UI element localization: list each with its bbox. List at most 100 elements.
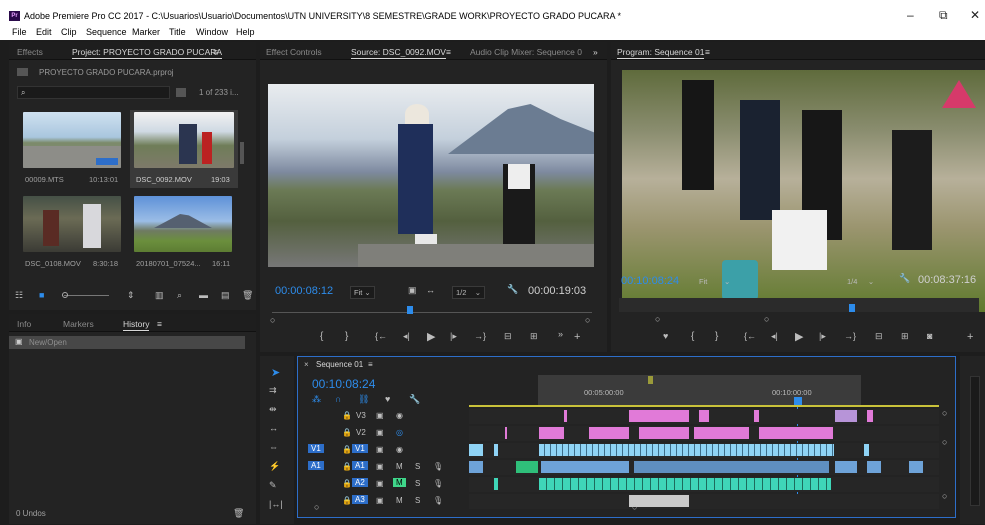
snap-icon[interactable]: ∩ — [335, 394, 341, 404]
audio-clip[interactable] — [469, 461, 483, 473]
title-clip[interactable] — [539, 427, 564, 439]
scroll-handle-icon[interactable]: ○ — [942, 437, 947, 447]
ripple-edit-icon[interactable]: ⇹ — [269, 404, 277, 415]
tab-history[interactable]: History — [123, 319, 150, 331]
play-icon[interactable]: ▶ — [427, 330, 435, 343]
restore-button[interactable]: ⧉ — [939, 8, 948, 23]
sort-icon[interactable]: ⇕ — [127, 290, 135, 301]
tab-markers[interactable]: Markers — [63, 319, 94, 329]
tab-project[interactable]: Project: PROYECTO GRADO PUCARA — [72, 47, 223, 59]
zoom-slider[interactable] — [64, 295, 109, 296]
razor-tool-icon[interactable]: ⚡ — [269, 461, 280, 472]
program-resolution-dropdown[interactable]: 1/4 ⌄ — [843, 275, 878, 288]
more-tabs-icon[interactable]: » — [593, 47, 598, 57]
mute-button[interactable]: M — [396, 462, 403, 471]
history-item[interactable]: ▣ New/Open — [9, 336, 245, 349]
step-forward-icon[interactable]: |▸ — [819, 331, 826, 342]
source-time-ruler[interactable] — [272, 312, 592, 313]
audio-clip[interactable] — [634, 461, 829, 473]
tab-source[interactable]: Source: DSC_0092.MOV — [351, 47, 446, 59]
linked-selection-icon[interactable]: ⛓ — [358, 394, 369, 405]
scrollbar[interactable] — [240, 142, 244, 164]
title-clip[interactable] — [699, 410, 709, 422]
project-menu-icon[interactable]: ≡ — [213, 47, 218, 57]
source-playhead[interactable] — [407, 306, 413, 314]
video-clip[interactable] — [469, 444, 483, 456]
zoom-handle-icon[interactable]: ○ — [764, 314, 769, 324]
menu-marker[interactable]: Marker — [132, 27, 160, 37]
menu-clip[interactable]: Clip — [61, 27, 77, 37]
mute-button[interactable]: M — [396, 496, 403, 505]
sync-lock-icon[interactable]: ▣ — [376, 411, 384, 420]
clip-thumbnail[interactable] — [23, 196, 121, 252]
mic-icon[interactable]: 🎙 — [433, 462, 443, 471]
lock-icon[interactable]: 🔒 — [342, 411, 352, 420]
title-clip[interactable] — [589, 427, 629, 439]
lock-icon[interactable]: 🔒 — [342, 428, 352, 437]
trash-icon[interactable]: 🗑 — [242, 290, 253, 301]
lock-icon[interactable]: 🔒 — [342, 496, 352, 505]
overwrite-icon[interactable]: ⊞ — [530, 331, 538, 342]
source-fit-dropdown[interactable]: Fit ⌄ — [350, 286, 375, 299]
new-item-icon[interactable]: ▤ — [221, 290, 230, 301]
source-patch-v1[interactable]: V1 — [308, 444, 324, 453]
audio-clip[interactable] — [516, 461, 538, 473]
sync-lock-icon[interactable]: ▣ — [376, 479, 384, 488]
close-button[interactable]: ✕ — [970, 8, 980, 22]
lock-icon[interactable]: 🔒 — [342, 462, 352, 471]
audio-clip[interactable] — [629, 495, 689, 507]
tab-sequence[interactable]: Sequence 01 — [316, 360, 363, 369]
zoom-handle-icon[interactable]: ○ — [585, 315, 590, 325]
menu-file[interactable]: File — [12, 27, 27, 37]
audio-clip[interactable] — [867, 461, 881, 473]
wrench-icon[interactable]: 🔧 — [409, 394, 420, 405]
add-button-icon[interactable]: + — [967, 331, 973, 343]
track-select-icon[interactable]: ⇉ — [269, 385, 277, 396]
tab-effect-controls[interactable]: Effect Controls — [266, 47, 322, 57]
menu-window[interactable]: Window — [196, 27, 228, 37]
video-clip[interactable] — [539, 444, 834, 456]
tab-info[interactable]: Info — [17, 319, 31, 329]
clip-thumbnail[interactable] — [134, 196, 232, 252]
mic-icon[interactable]: 🎙 — [433, 479, 443, 488]
audio-clip[interactable] — [541, 461, 629, 473]
clip-thumbnail[interactable] — [134, 112, 234, 168]
menu-title[interactable]: Title — [169, 27, 186, 37]
video-clip[interactable] — [864, 444, 869, 456]
mark-in-icon[interactable]: { — [320, 331, 323, 342]
title-clip[interactable] — [867, 410, 873, 422]
icon-view-icon[interactable]: ■ — [39, 290, 44, 300]
title-clip[interactable] — [694, 427, 749, 439]
nest-icon[interactable]: ⁂ — [312, 394, 321, 405]
add-marker-icon[interactable]: ♥ — [385, 394, 390, 404]
audio-clip[interactable] — [909, 461, 923, 473]
solo-button[interactable]: S — [415, 462, 420, 471]
step-back-icon[interactable]: ◂| — [771, 331, 778, 342]
work-area-marker[interactable] — [648, 376, 653, 384]
title-clip[interactable] — [835, 410, 857, 422]
go-to-out-icon[interactable]: →} — [844, 331, 856, 341]
lock-icon[interactable]: 🔒 — [342, 445, 352, 454]
source-patch-a1[interactable]: A1 — [308, 461, 324, 470]
source-menu-icon[interactable]: ≡ — [446, 47, 451, 57]
insert-icon[interactable]: ⊟ — [504, 331, 512, 342]
program-fit-dropdown[interactable]: Fit ⌄ — [695, 275, 734, 288]
lift-icon[interactable]: ⊟ — [875, 331, 883, 342]
search-input[interactable]: ⌕ — [17, 86, 170, 99]
list-view-icon[interactable]: ☷ — [15, 290, 23, 301]
timeline-menu-icon[interactable]: ≡ — [368, 360, 373, 369]
mark-out-icon[interactable]: } — [345, 331, 348, 342]
timeline-playhead[interactable] — [794, 397, 802, 405]
sync-lock-icon[interactable]: ▣ — [376, 462, 384, 471]
program-timecode[interactable]: 00:10:08:24 — [621, 275, 679, 287]
mic-icon[interactable]: 🎙 — [433, 496, 443, 505]
title-clip[interactable] — [754, 410, 759, 422]
camera-icon[interactable]: ◙ — [927, 331, 932, 341]
go-to-out-icon[interactable]: →} — [474, 331, 486, 341]
eye-icon[interactable]: ◉ — [396, 445, 403, 454]
title-clip[interactable] — [639, 427, 689, 439]
source-timecode[interactable]: 00:00:08:12 — [275, 285, 333, 297]
add-marker-icon[interactable]: ♥ — [663, 331, 668, 341]
wrench-icon[interactable]: 🔧 — [899, 273, 910, 284]
slip-tool-icon[interactable]: ⇔ — [269, 442, 278, 452]
